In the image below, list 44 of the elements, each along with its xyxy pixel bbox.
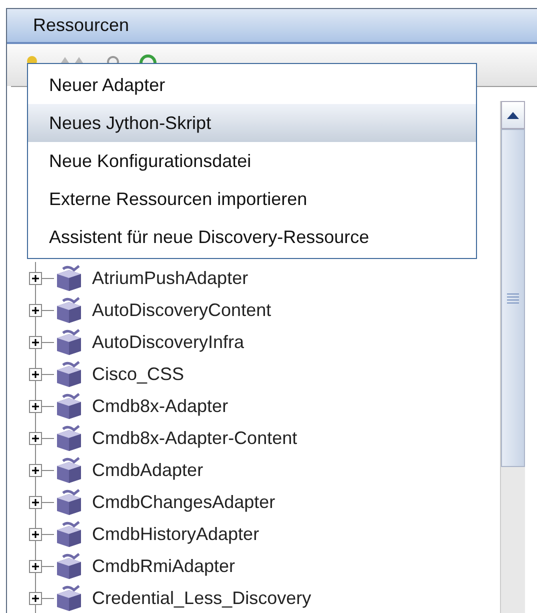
expand-icon[interactable] bbox=[29, 400, 42, 412]
expand-icon[interactable] bbox=[29, 592, 42, 604]
grip-icon bbox=[507, 292, 519, 304]
package-icon bbox=[54, 296, 84, 324]
tree-item[interactable]: CmdbHistoryAdapter bbox=[92, 524, 260, 544]
expand-icon[interactable] bbox=[29, 560, 42, 572]
expand-icon[interactable] bbox=[29, 432, 42, 444]
expand-icon[interactable] bbox=[29, 464, 42, 476]
package-icon bbox=[54, 264, 84, 292]
menu-item[interactable]: Neuer Adapter bbox=[28, 66, 476, 104]
package-icon bbox=[54, 424, 84, 452]
expand-icon[interactable] bbox=[29, 496, 42, 508]
tree-item[interactable]: Cmdb8x-Adapter bbox=[92, 396, 228, 416]
package-icon bbox=[54, 488, 84, 516]
tree-item[interactable]: CmdbRmiAdapter bbox=[92, 556, 236, 576]
tree-item[interactable]: AtriumPushAdapter bbox=[92, 268, 248, 288]
package-icon bbox=[54, 456, 84, 484]
menu-item[interactable]: Assistent für neue Discovery-Ressource bbox=[28, 218, 476, 256]
tree-item[interactable]: CmdbAdapter bbox=[92, 460, 204, 480]
tree-item[interactable]: AutoDiscoveryContent bbox=[92, 300, 272, 320]
scroll-up-button[interactable] bbox=[501, 101, 525, 129]
expand-icon[interactable] bbox=[29, 304, 42, 316]
package-icon bbox=[54, 520, 84, 548]
package-icon bbox=[54, 360, 84, 388]
tree-item[interactable]: CmdbChangesAdapter bbox=[92, 492, 276, 512]
tree-item[interactable]: Credential_Less_Discovery bbox=[92, 588, 312, 608]
tree-item[interactable]: Cisco_CSS bbox=[92, 364, 184, 384]
package-icon bbox=[54, 552, 84, 580]
package-icon bbox=[54, 328, 84, 356]
expand-icon[interactable] bbox=[29, 272, 42, 284]
expand-icon[interactable] bbox=[29, 336, 42, 348]
expand-icon[interactable] bbox=[29, 368, 42, 380]
package-icon bbox=[54, 392, 84, 420]
scrollbar[interactable] bbox=[500, 101, 525, 613]
scroll-thumb[interactable] bbox=[501, 129, 525, 467]
menu-item[interactable]: Neue Konfigurationsdatei bbox=[28, 142, 476, 180]
panel-title: Ressourcen bbox=[7, 9, 537, 44]
menu-item[interactable]: Externe Ressourcen importieren bbox=[28, 180, 476, 218]
tree-item[interactable]: Cmdb8x-Adapter-Content bbox=[92, 428, 298, 448]
tree-item[interactable]: AutoDiscoveryInfra bbox=[92, 332, 244, 352]
menu-item[interactable]: Neues Jython-Skript bbox=[28, 104, 476, 142]
expand-icon[interactable] bbox=[29, 528, 42, 540]
package-icon bbox=[54, 584, 84, 612]
up-arrow-icon bbox=[507, 112, 519, 118]
